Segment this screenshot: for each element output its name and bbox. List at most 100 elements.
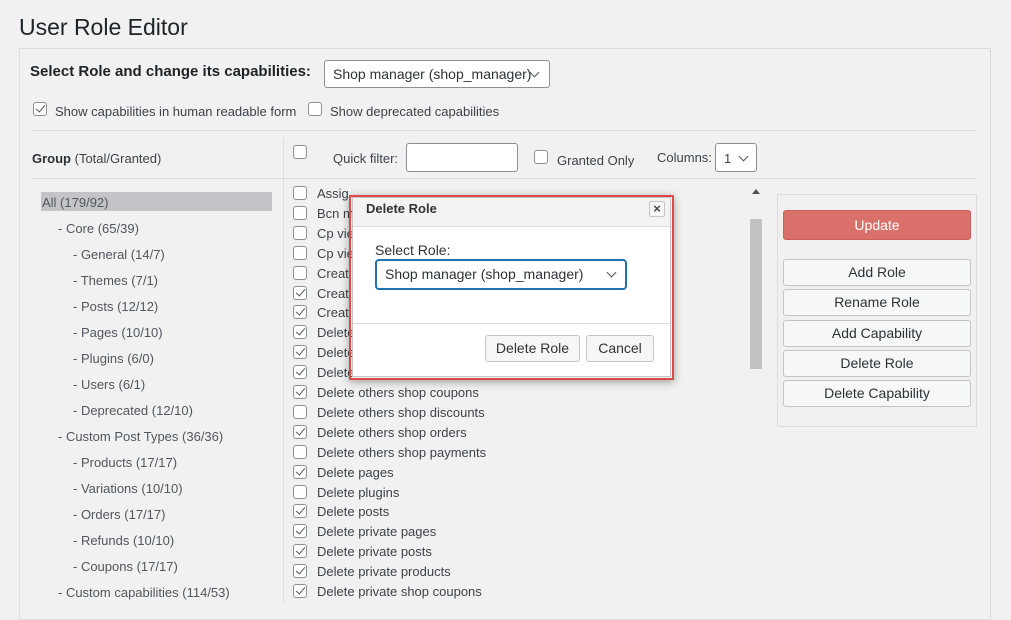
capability-label: Delete others shop payments <box>317 444 487 460</box>
deprecated-label: Show deprecated capabilities <box>330 104 500 119</box>
columns-select[interactable]: 1 <box>715 143 757 172</box>
capability-label: Creat <box>317 265 349 281</box>
capability-checkbox[interactable] <box>293 365 307 380</box>
page-title: User Role Editor <box>19 14 188 40</box>
capability-row: Delete private products <box>283 562 748 582</box>
capability-checkbox[interactable] <box>293 544 307 559</box>
capability-label: Creat <box>317 305 349 321</box>
capability-checkbox[interactable] <box>293 584 307 598</box>
capability-row: Delete others shop discounts <box>283 403 748 423</box>
capability-checkbox[interactable] <box>293 345 307 360</box>
capability-row: Delete private pages <box>283 522 748 542</box>
role-select-value: Shop manager (shop_manager) <box>333 66 532 82</box>
capability-row: Delete plugins <box>283 483 748 503</box>
delete-role-button[interactable]: Delete Role <box>783 350 971 377</box>
capability-row: Delete others shop payments <box>283 443 748 463</box>
scroll-thumb[interactable] <box>750 219 762 369</box>
group-tree-item[interactable]: - Themes (7/1) <box>73 273 158 288</box>
dialog-footer-divider <box>353 323 670 324</box>
dialog-role-select-value: Shop manager (shop_manager) <box>385 266 584 282</box>
capability-checkbox[interactable] <box>293 325 307 340</box>
columns-select-value: 1 <box>724 151 732 166</box>
capability-checkbox[interactable] <box>293 404 307 419</box>
capability-checkbox[interactable] <box>293 385 307 399</box>
group-tree-item[interactable]: - Custom capabilities (114/53) <box>58 585 230 600</box>
quick-filter-label: Quick filter: <box>333 151 399 166</box>
group-tree-item[interactable]: - Products (17/17) <box>73 455 177 470</box>
capability-checkbox[interactable] <box>293 305 307 320</box>
group-tree-item[interactable]: - Variations (10/10) <box>73 481 183 496</box>
capability-label: Delete private shop coupons <box>317 584 482 599</box>
group-tree-item[interactable]: - Coupons (17/17) <box>73 559 178 574</box>
divider <box>32 130 977 131</box>
dialog-delete-role-button[interactable]: Delete Role <box>485 335 580 362</box>
capability-checkbox[interactable] <box>293 245 307 260</box>
capability-checkbox[interactable] <box>293 205 307 220</box>
dialog-cancel-button[interactable]: Cancel <box>586 335 654 362</box>
capability-row: Delete posts <box>283 502 748 522</box>
group-tree-item[interactable]: - Pages (10/10) <box>73 325 163 340</box>
delete-role-dialog: Delete Role × Select Role: Shop manager … <box>352 197 671 377</box>
capability-checkbox[interactable] <box>293 424 307 439</box>
group-tree-item[interactable]: - Refunds (10/10) <box>73 533 174 548</box>
granted-only-label: Granted Only <box>557 153 635 168</box>
granted-only-checkbox[interactable] <box>534 150 548 164</box>
group-tree-item[interactable]: - Plugins (6/0) <box>73 351 154 366</box>
update-button[interactable]: Update <box>783 210 971 240</box>
chevron-down-icon <box>738 151 749 162</box>
group-tree-item[interactable]: All (179/92) <box>42 195 108 210</box>
capability-checkbox[interactable] <box>293 524 307 539</box>
capability-row: Delete private posts <box>283 542 748 562</box>
dialog-select-label: Select Role: <box>375 242 451 258</box>
capability-row: Delete others shop orders <box>283 423 748 443</box>
add-role-button[interactable]: Add Role <box>783 259 971 286</box>
quick-filter-input[interactable] <box>406 143 518 172</box>
delete-capability-button[interactable]: Delete Capability <box>783 380 971 407</box>
capability-label: Delete others shop orders <box>317 424 467 440</box>
group-tree-item[interactable]: - Core (65/39) <box>58 221 139 236</box>
rename-role-button[interactable]: Rename Role <box>783 289 971 316</box>
select-all-checkbox[interactable] <box>293 145 307 159</box>
capability-checkbox[interactable] <box>293 186 307 200</box>
capability-checkbox[interactable] <box>293 484 307 499</box>
capability-checkbox[interactable] <box>293 464 307 479</box>
human-readable-checkbox[interactable] <box>33 102 47 116</box>
capability-scrollbar[interactable] <box>748 183 764 603</box>
capability-row: Delete others shop coupons <box>283 383 748 403</box>
capability-label: Delete posts <box>317 504 390 520</box>
divider <box>32 178 977 179</box>
chevron-down-icon <box>606 267 617 278</box>
scroll-up-arrow-icon[interactable] <box>752 189 760 194</box>
capability-label: Delete private pages <box>317 524 437 540</box>
human-readable-label: Show capabilities in human readable form <box>55 104 297 119</box>
capability-checkbox[interactable] <box>293 444 307 459</box>
close-icon[interactable]: × <box>649 201 665 217</box>
add-capability-button[interactable]: Add Capability <box>783 320 971 347</box>
capability-checkbox[interactable] <box>293 564 307 579</box>
group-tree-item[interactable]: - General (14/7) <box>73 247 165 262</box>
dialog-header: Delete Role × <box>353 198 670 227</box>
group-tree-item[interactable]: - Orders (17/17) <box>73 507 165 522</box>
dialog-title: Delete Role <box>366 201 437 216</box>
capability-row: Delete pages <box>283 463 748 483</box>
capability-label: Delete plugins <box>317 484 400 500</box>
capability-label: Delete private products <box>317 564 451 580</box>
group-tree-item[interactable]: - Custom Post Types (36/36) <box>58 429 223 444</box>
columns-label: Columns: <box>657 150 712 165</box>
capability-checkbox[interactable] <box>293 504 307 519</box>
capability-label: Delete others shop discounts <box>317 404 485 420</box>
capability-label: Delete others shop coupons <box>317 385 479 400</box>
group-header-title: Group <box>32 151 71 166</box>
capability-row: Delete private shop coupons <box>283 582 748 602</box>
group-tree-item[interactable]: - Users (6/1) <box>73 377 145 392</box>
group-tree-item[interactable]: - Posts (12/12) <box>73 299 158 314</box>
role-select[interactable]: Shop manager (shop_manager) <box>324 60 550 88</box>
group-header-subtitle: (Total/Granted) <box>74 151 162 166</box>
capability-checkbox[interactable] <box>293 265 307 280</box>
deprecated-checkbox[interactable] <box>308 102 322 116</box>
capability-checkbox[interactable] <box>293 285 307 300</box>
capability-checkbox[interactable] <box>293 225 307 240</box>
capability-label: Delete private posts <box>317 544 432 560</box>
group-tree-item[interactable]: - Deprecated (12/10) <box>73 403 193 418</box>
dialog-role-select[interactable]: Shop manager (shop_manager) <box>375 259 627 290</box>
